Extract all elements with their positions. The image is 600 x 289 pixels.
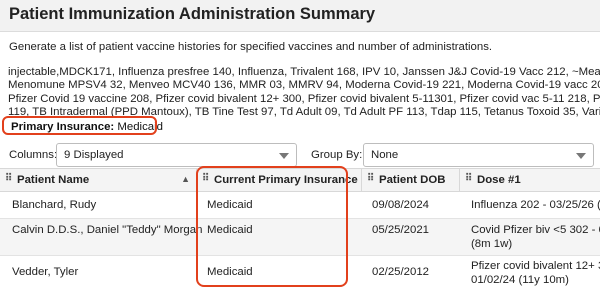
- cell-patient-name: Blanchard, Rudy: [12, 199, 97, 211]
- column-header-patient-name[interactable]: ⠿ Patient Name ▲: [0, 169, 197, 191]
- criteria-line: Pfizer Covid 19 vaccine 208, Pfizer covi…: [8, 92, 600, 105]
- cell-dob: 05/25/2021: [372, 224, 430, 236]
- column-header-label: Patient Name: [17, 174, 90, 186]
- criteria-line: Menomune MPSV4 32, Menveo MCV40 136, MMR…: [8, 79, 600, 92]
- cell-dob: 02/25/2012: [372, 266, 430, 278]
- column-header-patient-dob[interactable]: ⠿ Patient DOB: [362, 169, 460, 191]
- drag-handle-icon[interactable]: ⠿: [5, 173, 12, 184]
- page-description: Generate a list of patient vaccine histo…: [9, 41, 493, 53]
- page-title: Patient Immunization Administration Summ…: [9, 5, 376, 23]
- column-header-label: Patient DOB: [379, 174, 446, 186]
- cell-dose-1-age: (8m 1w): [471, 238, 513, 250]
- cell-dose-1-date: 01/02/24 (11y 10m): [471, 274, 569, 286]
- highlight-box: [196, 166, 348, 287]
- columns-select[interactable]: 9 Displayed: [56, 143, 297, 167]
- drag-handle-icon[interactable]: ⠿: [367, 173, 374, 184]
- highlight-box: [2, 116, 157, 135]
- sort-ascending-icon[interactable]: ▲: [181, 174, 190, 184]
- column-header-label: Dose #1: [477, 174, 521, 186]
- group-by-select-value: None: [371, 149, 399, 161]
- group-by-select[interactable]: None: [363, 143, 594, 167]
- column-header-dose-1[interactable]: ⠿ Dose #1: [460, 169, 600, 191]
- chevron-down-icon: [576, 153, 586, 159]
- title-bar: Patient Immunization Administration Summ…: [0, 0, 600, 32]
- cell-patient-name: Vedder, Tyler: [12, 266, 79, 278]
- vaccine-criteria-list: injectable,MDCK171, Influenza presfree 1…: [3, 66, 600, 120]
- group-by-label: Group By:: [311, 149, 363, 161]
- cell-dob: 09/08/2024: [372, 199, 430, 211]
- cell-patient-name: Calvin D.D.S., Daniel "Teddy" Morgan: [12, 224, 203, 236]
- cell-dose-1: Pfizer covid bivalent 12+ 3: [471, 260, 600, 272]
- columns-label: Columns:: [9, 149, 58, 161]
- cell-dose-1: Influenza 202 - 03/25/26 (: [471, 199, 600, 211]
- criteria-line: injectable,MDCK171, Influenza presfree 1…: [8, 66, 600, 78]
- chevron-down-icon: [279, 153, 289, 159]
- cell-dose-1: Covid Pfizer biv <5 302 - 0: [471, 224, 600, 236]
- columns-select-value: 9 Displayed: [64, 149, 124, 161]
- drag-handle-icon[interactable]: ⠿: [465, 173, 472, 184]
